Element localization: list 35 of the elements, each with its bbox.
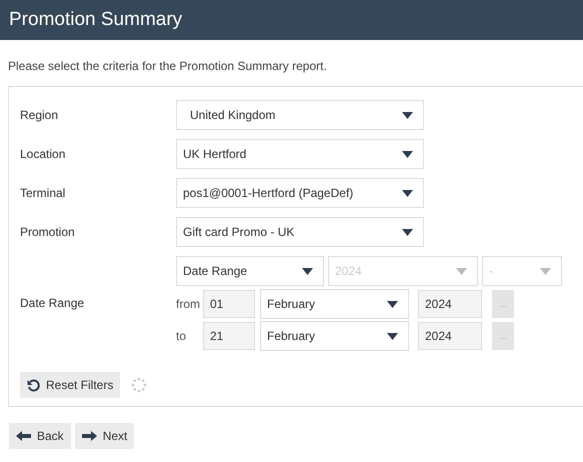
day-field[interactable]: 21: [203, 322, 255, 350]
dropdown[interactable]: February: [260, 321, 409, 351]
reset-icon: [27, 378, 40, 392]
day-field[interactable]: 01: [203, 290, 255, 318]
field-label: from: [176, 297, 201, 311]
dropdown[interactable]: UK Hertford: [176, 139, 424, 169]
field-label: Region: [20, 108, 60, 122]
year-field[interactable]: 2024: [418, 290, 482, 318]
back-button[interactable]: Back: [9, 423, 71, 449]
field-label: Terminal: [20, 186, 66, 200]
field-label: Promotion: [20, 225, 76, 239]
caret-icon: [402, 190, 413, 196]
caret-icon: [402, 228, 413, 236]
caret-icon: [302, 268, 313, 274]
left-arrow-icon: [16, 431, 31, 441]
year-field[interactable]: 2024: [418, 322, 482, 350]
dropdown[interactable]: pos1@0001-Hertford (PageDef): [176, 178, 424, 208]
reset-filters-button[interactable]: Reset Filters: [20, 372, 120, 398]
dropdown[interactable]: Gift card Promo - UK: [176, 217, 424, 247]
caret-icon: [402, 112, 413, 118]
field-label: Location: [20, 147, 66, 161]
caret-icon: [456, 268, 467, 274]
field-label: Date Range: [20, 296, 86, 310]
dropdown[interactable]: February: [260, 289, 409, 319]
page-title: Promotion Summary: [9, 9, 182, 31]
caret-icon: [387, 300, 398, 308]
next-button[interactable]: Next: [74, 423, 134, 449]
dropdown[interactable]: United Kingdom: [176, 100, 424, 130]
caret-icon: [540, 268, 551, 274]
caret-icon: [402, 150, 413, 158]
field-label: to: [176, 329, 188, 343]
instruction-text: Please select the criteria for the Promotion Summary report.: [7, 58, 328, 75]
dropdown[interactable]: Date Range: [176, 256, 324, 286]
caret-icon: [387, 332, 398, 340]
right-arrow-icon: [82, 431, 97, 441]
